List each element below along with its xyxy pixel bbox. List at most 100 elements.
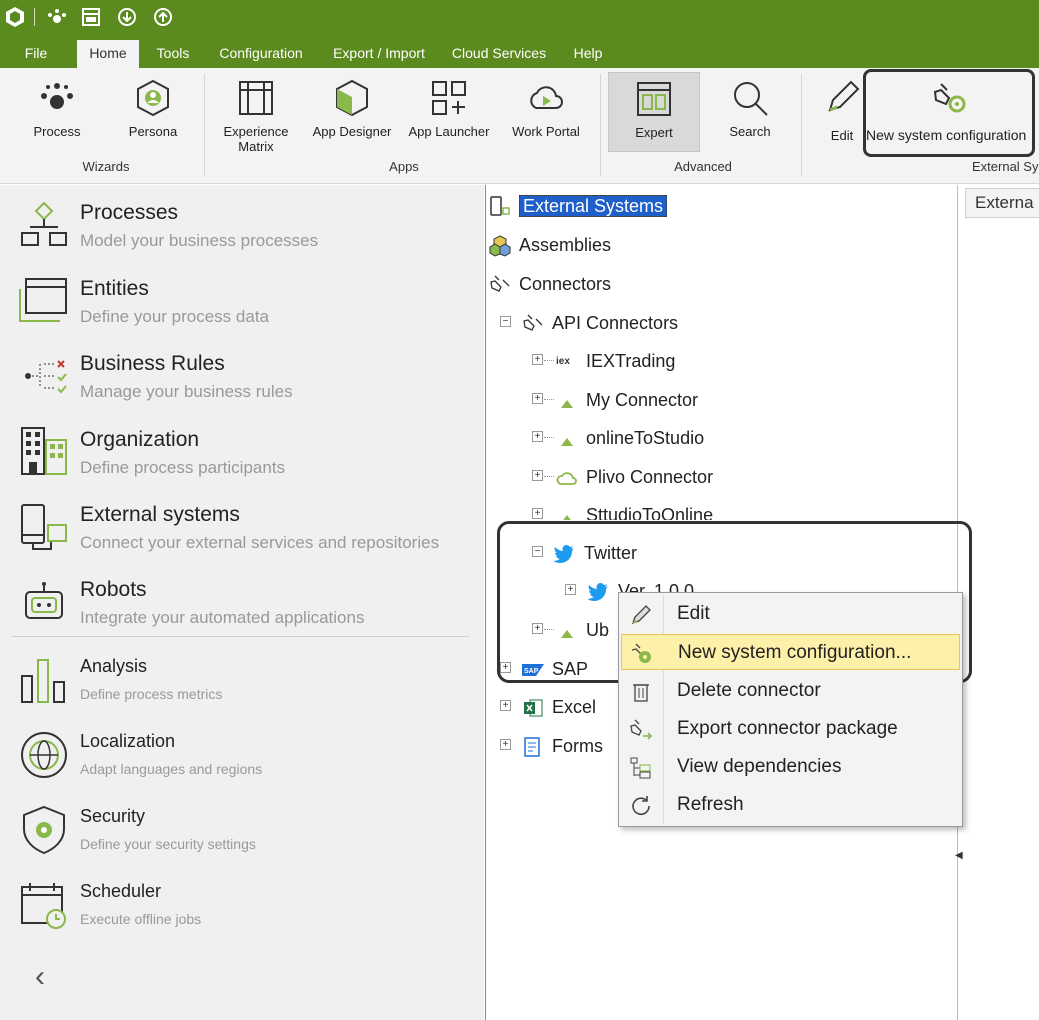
app-designer-icon [336, 79, 368, 117]
excel-icon [524, 699, 543, 717]
nav-desc: Execute offline jobs [80, 911, 202, 927]
tree-node-external-systems[interactable]: External Systems [489, 193, 668, 219]
work-portal-label: Work Portal [512, 124, 580, 139]
context-menu-refresh[interactable]: Refresh [621, 787, 960, 823]
tree-label: Assemblies [519, 235, 612, 255]
context-menu-delete-connector[interactable]: Delete connector [621, 673, 960, 709]
tree-node-api-connectors[interactable]: API Connectors [522, 310, 678, 336]
persona-wizard-button[interactable]: Persona [118, 72, 188, 152]
left-nav-panel: Processes Model your business processes … [0, 185, 484, 1020]
expand-toggle[interactable]: + [532, 393, 543, 404]
context-menu-view-dependencies[interactable]: View dependencies [621, 749, 960, 785]
business-rules-icon [25, 360, 67, 394]
menu-tab-configuration[interactable]: Configuration [210, 40, 312, 68]
divider [12, 636, 469, 637]
assemblies-icon [489, 235, 511, 257]
nav-desc: Adapt languages and regions [80, 761, 263, 777]
app-designer-button[interactable]: App Designer [306, 72, 398, 152]
nav-item-entities[interactable]: Entities Define your process data [0, 261, 484, 335]
tree-node-forms[interactable]: Forms [522, 733, 603, 759]
context-menu-edit[interactable]: Edit [621, 596, 960, 632]
nav-item-robots[interactable]: Robots Integrate your automated applicat… [0, 562, 484, 636]
process-wizard-quick-icon[interactable] [46, 6, 68, 28]
tree-node-my-connector[interactable]: My Connector [556, 387, 698, 413]
nav-desc: Connect your external services and repos… [80, 533, 440, 552]
collapse-panel-button[interactable]: ‹ [35, 960, 45, 994]
iex-logo-icon: iex [556, 356, 570, 368]
menu-tab-cloud-services[interactable]: Cloud Services [448, 40, 550, 68]
nav-item-processes[interactable]: Processes Model your business processes [0, 185, 484, 259]
nav-title: Business Rules [80, 352, 225, 375]
menu-tab-export-import[interactable]: Export / Import [325, 40, 433, 68]
experience-matrix-label: Experience Matrix [223, 124, 289, 154]
nav-title: Analysis [80, 656, 148, 676]
nav-item-analysis[interactable]: Analysis Define process metrics [0, 640, 484, 714]
tree-node-excel[interactable]: Excel [522, 694, 596, 720]
organization-icon [21, 427, 67, 475]
edit-button[interactable]: Edit [814, 72, 870, 152]
external-systems-icon [21, 504, 67, 550]
upload-quick-icon[interactable] [152, 6, 174, 28]
entities-icon [19, 278, 67, 322]
nav-title: Entities [80, 277, 149, 300]
nav-title: External systems [80, 503, 240, 526]
download-quick-icon[interactable] [116, 6, 138, 28]
experience-matrix-icon [239, 81, 273, 115]
window-quick-icon[interactable] [80, 6, 102, 28]
divider [34, 8, 35, 26]
nav-item-organization[interactable]: Organization Define process participants [0, 412, 484, 486]
nav-item-external-systems[interactable]: External systems Connect your external s… [0, 487, 484, 561]
tree-line [544, 476, 554, 477]
nav-desc: Define your process data [80, 307, 269, 326]
tree-node-connectors[interactable]: Connectors [489, 271, 611, 297]
tree-label: Plivo Connector [586, 467, 714, 487]
nav-title: Organization [80, 428, 200, 451]
menu-tab-help[interactable]: Help [565, 40, 611, 68]
app-launcher-label: App Launcher [408, 124, 490, 139]
app-launcher-button[interactable]: App Launcher [403, 72, 495, 152]
tree-node-online-to-studio[interactable]: onlineToStudio [556, 425, 704, 451]
nav-desc: Define your security settings [80, 836, 256, 852]
experience-matrix-button[interactable]: Experience Matrix [216, 72, 296, 154]
context-menu-export-connector-package[interactable]: Export connector package [621, 711, 960, 747]
nav-title: Processes [80, 201, 179, 224]
process-icon [41, 83, 73, 109]
nav-item-localization[interactable]: Localization Adapt languages and regions [0, 715, 484, 789]
nav-item-business-rules[interactable]: Business Rules Manage your business rule… [0, 336, 484, 410]
work-portal-button[interactable]: Work Portal [502, 72, 590, 152]
expand-toggle[interactable]: + [532, 354, 543, 365]
menu-tab-tools[interactable]: Tools [148, 40, 198, 68]
menu-tab-file[interactable]: File [14, 40, 58, 68]
menu-item-label: New system configuration... [678, 642, 912, 663]
nav-item-scheduler[interactable]: Scheduler Execute offline jobs [0, 865, 484, 939]
context-menu-new-system-configuration[interactable]: New system configuration... [621, 634, 960, 670]
expand-toggle[interactable]: + [500, 739, 511, 750]
tree-node-studio-to-online[interactable]: SttudioToOnline [556, 502, 713, 520]
connector-triangle-icon [563, 515, 571, 520]
tree-node-iextrading[interactable]: iex IEXTrading [556, 348, 675, 374]
connector-triangle-icon [561, 438, 573, 447]
expand-toggle[interactable]: + [532, 508, 543, 519]
tree-line [544, 399, 554, 400]
process-wizard-button[interactable]: Process [24, 72, 90, 152]
external-systems-group-label: External Sy [972, 159, 1039, 174]
collapse-toggle[interactable]: − [500, 316, 511, 327]
pencil-icon [828, 80, 860, 112]
expand-toggle[interactable]: + [500, 700, 511, 711]
expand-toggle[interactable]: + [532, 431, 543, 442]
tab-external-systems[interactable]: Externa [965, 188, 1039, 218]
splitter-arrow-icon[interactable]: ◀ [955, 850, 963, 861]
expand-toggle[interactable]: + [532, 470, 543, 481]
edit-label: Edit [830, 128, 854, 143]
search-button[interactable]: Search [712, 72, 788, 152]
menu-tab-home[interactable]: Home [77, 40, 139, 68]
work-portal-icon [530, 86, 563, 109]
tree-label: My Connector [586, 390, 699, 410]
tree-node-plivo-connector[interactable]: Plivo Connector [556, 464, 713, 490]
advanced-group-label: Advanced [674, 159, 732, 174]
tree-node-assemblies[interactable]: Assemblies [489, 232, 611, 258]
expert-button[interactable]: Expert [608, 72, 700, 152]
gear-plug-icon [631, 643, 651, 663]
nav-item-security[interactable]: Security Define your security settings [0, 790, 484, 864]
menu-item-label: View dependencies [677, 756, 842, 777]
